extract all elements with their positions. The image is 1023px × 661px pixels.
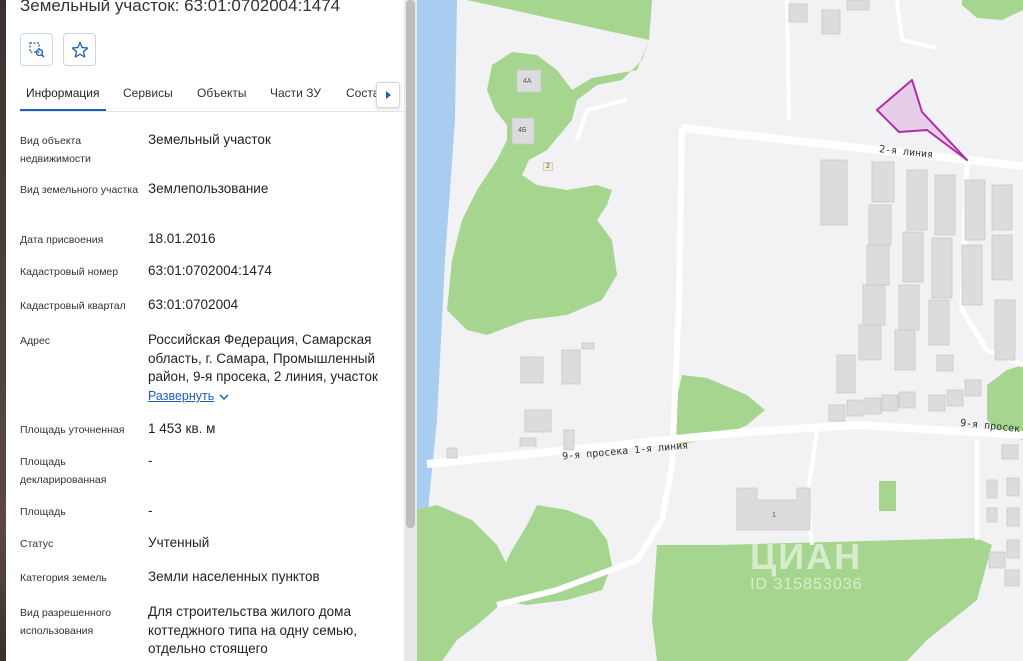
favorite-button[interactable] — [63, 33, 96, 66]
field-label: Кадастровый квартал — [20, 300, 126, 312]
chevron-down-icon[interactable] — [218, 391, 230, 403]
building-number: 4А — [523, 78, 532, 85]
field-label: Статус — [20, 538, 54, 550]
chevron-right-icon — [386, 91, 391, 99]
map-canvas — [417, 0, 1023, 661]
building-number: 2 — [543, 162, 553, 171]
field-label: Кадастровый номер — [20, 266, 119, 278]
active-tab-indicator — [20, 109, 106, 111]
tab-bar: Информация Сервисы Объекты Части ЗУ Сост… — [20, 78, 404, 112]
scrollbar-thumb[interactable] — [406, 0, 415, 528]
tab-services[interactable]: Сервисы — [123, 86, 173, 100]
watermark-logo: ЦИАН — [750, 536, 863, 577]
field-value: 63:01:0702004:1474 — [148, 263, 272, 278]
watermark: ЦИАН ID 315853036 — [750, 538, 863, 594]
tab-objects[interactable]: Объекты — [197, 86, 247, 100]
road-9th-prosek — [426, 420, 1023, 468]
field-label: Вид земельного участка — [20, 184, 139, 196]
field-label: Категория земель — [20, 572, 107, 584]
field-value: 63:01:0702004 — [148, 297, 239, 312]
status-value: Учтенный — [148, 535, 210, 550]
star-icon — [71, 41, 88, 58]
field-value: Для строительства жилого дома коттеджног… — [148, 604, 357, 656]
tabs-next-button[interactable] — [376, 82, 400, 108]
address-value: Российская Федерация, Самарская область,… — [148, 332, 378, 384]
park-northeast — [962, 0, 1023, 20]
park-southwest — [417, 505, 512, 661]
panel-scrollbar[interactable] — [404, 0, 417, 661]
field-label: Дата присвоения — [20, 234, 104, 246]
field-value: - — [148, 453, 153, 468]
field-value: Землепользование — [148, 181, 269, 196]
building-number: 4Б — [518, 127, 527, 134]
building-number: 1 — [772, 512, 776, 519]
field-label: Вид объекта недвижимости — [20, 135, 91, 165]
field-value: Земельный участок — [148, 132, 271, 147]
select-area-button[interactable] — [20, 33, 53, 66]
info-panel: Земельный участок: 63:01:0702004:1474 Ин… — [6, 0, 404, 661]
watermark-id: ID 315853036 — [750, 576, 863, 593]
green-patch — [879, 481, 896, 511]
field-value: - — [148, 503, 153, 518]
field-value: 1 453 кв. м — [148, 421, 216, 436]
field-value: 18.01.2016 — [148, 231, 216, 246]
field-value: Земли населенных пунктов — [148, 569, 320, 584]
select-area-icon — [28, 41, 45, 58]
tab-info[interactable]: Информация — [26, 86, 99, 100]
field-label: Адрес — [20, 335, 51, 347]
river — [417, 0, 457, 510]
field-label: Площадь — [20, 506, 66, 518]
map-view[interactable]: 2-я линия 9-я просека 1-я линия 9-я прос… — [417, 0, 1023, 661]
field-label: Площадь уточненная — [20, 424, 125, 436]
tab-composition[interactable]: Соста — [346, 86, 379, 100]
expand-address-link[interactable]: Развернуть — [148, 389, 214, 403]
road-2nd-line — [681, 124, 1023, 170]
field-label: Площадь декларированная — [20, 456, 107, 486]
field-label: Вид разрешенного использования — [20, 607, 112, 637]
page-title: Земельный участок: 63:01:0702004:1474 — [20, 0, 341, 15]
tab-parts[interactable]: Части ЗУ — [270, 86, 321, 100]
